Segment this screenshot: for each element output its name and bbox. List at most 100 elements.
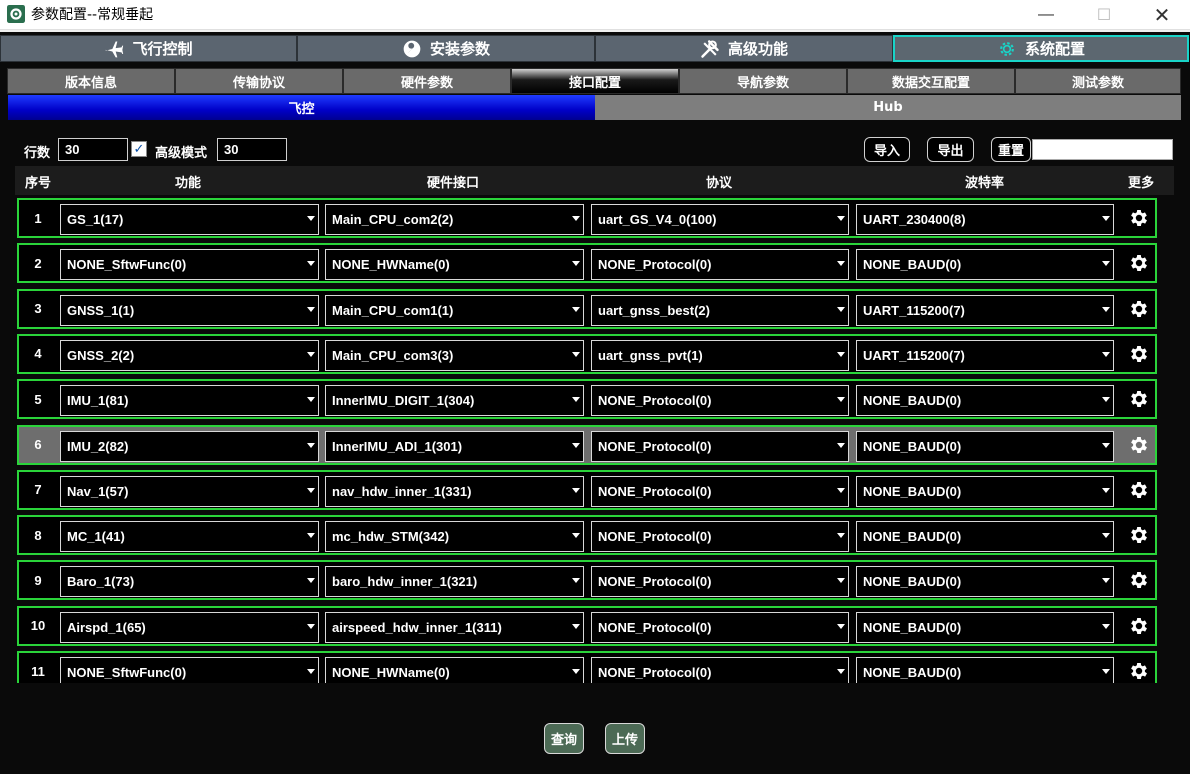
baud-dropdown[interactable]: NONE_BAUD(0) [856,430,1114,462]
baud-dropdown[interactable]: UART_230400(8) [856,204,1114,235]
table-row[interactable]: 9 Baro_1(73) baro_hdw_inner_1(321) NONE_Pro… [17,560,1157,601]
function-dropdown[interactable]: IMU_1(81) [60,385,319,417]
table-row[interactable]: 4 GNSS_2(2) Main_CPU_com3(3) uart_gnss_pvt(… [17,333,1157,374]
function-dropdown[interactable]: IMU_2(82) [60,430,319,462]
function-dropdown[interactable]: Nav_1(57) [60,475,319,507]
baud-dropdown[interactable]: NONE_BAUD(0) [856,566,1114,598]
protocol-dropdown[interactable]: NONE_Protocol(0) [591,657,849,683]
chevron-down-icon [307,623,315,629]
protocol-dropdown[interactable]: NONE_Protocol(0) [591,249,849,281]
baud-dropdown[interactable]: NONE_BAUD(0) [856,657,1114,683]
more-settings-gear-icon[interactable] [1128,388,1150,410]
hw-interface-dropdown[interactable]: InnerIMU_ADI_1(301) [325,430,584,462]
protocol-dropdown[interactable]: NONE_Protocol(0) [591,521,849,553]
protocol-dropdown[interactable]: NONE_Protocol(0) [591,611,849,643]
minimize-button[interactable]: — [1017,0,1075,30]
header-index: 序号 [25,176,52,191]
dropdown-value: UART_230400(8) [863,212,966,227]
function-dropdown[interactable]: MC_1(41) [60,521,319,553]
protocol-dropdown[interactable]: uart_gnss_best(2) [591,294,849,326]
baud-dropdown[interactable]: NONE_BAUD(0) [856,385,1114,417]
function-dropdown[interactable]: Baro_1(73) [60,566,319,598]
protocol-dropdown[interactable]: NONE_Protocol(0) [591,385,849,417]
function-dropdown[interactable]: GNSS_1(1) [60,294,319,326]
function-dropdown[interactable]: GS_1(17) [60,204,319,235]
hw-interface-dropdown[interactable]: Main_CPU_com2(2) [325,204,584,235]
table-row[interactable]: 5 IMU_1(81) InnerIMU_DIGIT_1(304) NONE_Prot… [17,379,1157,420]
more-settings-gear-icon[interactable] [1128,660,1150,682]
query-button[interactable]: 查询 [544,723,584,754]
hw-interface-dropdown[interactable]: NONE_HWName(0) [325,657,584,683]
table-row[interactable]: 3 GNSS_1(1) Main_CPU_com1(1) uart_gnss_best… [17,288,1157,329]
tab-flight-control[interactable]: 飞行控制 [0,35,297,62]
search-input[interactable] [1032,139,1173,160]
import-button[interactable]: 导入 [864,137,910,162]
protocol-dropdown[interactable]: NONE_Protocol(0) [591,430,849,462]
table-row[interactable]: 8 MC_1(41) mc_hdw_STM(342) NONE_Protocol(0)… [17,515,1157,556]
function-dropdown[interactable]: GNSS_2(2) [60,339,319,371]
function-dropdown[interactable]: NONE_SftwFunc(0) [60,249,319,281]
tab-advanced[interactable]: 高级功能 [595,35,893,62]
advanced-input[interactable]: 30 [217,138,287,161]
subtab-test[interactable]: 测试参数 [1015,68,1181,94]
hw-interface-dropdown[interactable]: airspeed_hdw_inner_1(311) [325,611,584,643]
baud-dropdown[interactable]: NONE_BAUD(0) [856,611,1114,643]
more-settings-gear-icon[interactable] [1128,252,1150,274]
subtab-hardware[interactable]: 硬件参数 [343,68,511,94]
segment-flight-controller[interactable]: 飞控 [8,95,595,120]
table-row[interactable]: 11 NONE_SftwFunc(0) NONE_HWName(0) NONE_Pro… [17,651,1157,683]
advanced-checkbox[interactable]: ✓ [131,141,147,157]
baud-dropdown[interactable]: NONE_BAUD(0) [856,521,1114,553]
function-dropdown[interactable]: Airspd_1(65) [60,611,319,643]
upload-button[interactable]: 上传 [605,723,645,754]
segment-hub[interactable]: Hub [595,95,1181,120]
function-dropdown[interactable]: NONE_SftwFunc(0) [60,657,319,683]
more-settings-gear-icon[interactable] [1128,298,1150,320]
baud-dropdown[interactable]: NONE_BAUD(0) [856,475,1114,507]
more-settings-gear-icon[interactable] [1128,343,1150,365]
hw-interface-dropdown[interactable]: Main_CPU_com1(1) [325,294,584,326]
subtab-version[interactable]: 版本信息 [7,68,175,94]
more-settings-gear-icon[interactable] [1128,207,1150,229]
protocol-dropdown[interactable]: NONE_Protocol(0) [591,475,849,507]
subtab-data-exchange[interactable]: 数据交互配置 [847,68,1015,94]
export-button[interactable]: 导出 [927,137,974,162]
hw-interface-dropdown[interactable]: NONE_HWName(0) [325,249,584,281]
maximize-button[interactable]: ☐ [1075,0,1133,30]
tab-system-config[interactable]: 系统配置 [893,35,1189,62]
subtab-interface[interactable]: 接口配置 [511,68,679,94]
hw-interface-dropdown[interactable]: mc_hdw_STM(342) [325,521,584,553]
reset-button[interactable]: 重置 [991,137,1031,162]
row-index: 3 [34,301,42,317]
hw-interface-dropdown[interactable]: InnerIMU_DIGIT_1(304) [325,385,584,417]
hw-interface-dropdown[interactable]: baro_hdw_inner_1(321) [325,566,584,598]
protocol-dropdown[interactable]: uart_GS_V4_0(100) [591,204,849,235]
subtab-navigation[interactable]: 导航参数 [679,68,847,94]
table-row[interactable]: 1 GS_1(17) Main_CPU_com2(2) uart_GS_V4_0(10… [17,198,1157,238]
baud-dropdown[interactable]: NONE_BAUD(0) [856,249,1114,281]
hw-interface-dropdown[interactable]: nav_hdw_inner_1(331) [325,475,584,507]
chevron-down-icon [837,216,845,221]
protocol-dropdown[interactable]: NONE_Protocol(0) [591,566,849,598]
close-button[interactable]: ✕ [1133,0,1190,30]
more-settings-gear-icon[interactable] [1128,569,1150,591]
rows-input[interactable]: 30 [58,138,128,161]
dropdown-value: NONE_Protocol(0) [598,438,712,454]
baud-dropdown[interactable]: UART_115200(7) [856,294,1114,326]
tab-label: 高级功能 [727,40,788,58]
chevron-down-icon [1102,216,1110,221]
more-settings-gear-icon[interactable] [1128,434,1150,456]
table-row[interactable]: 6 IMU_2(82) InnerIMU_ADI_1(301) NONE_Protoc… [17,424,1157,465]
table-row[interactable]: 10 Airspd_1(65) airspeed_hdw_inner_1(311) N… [17,605,1157,646]
hw-interface-dropdown[interactable]: Main_CPU_com3(3) [325,339,584,371]
more-settings-gear-icon[interactable] [1128,479,1150,501]
more-settings-gear-icon[interactable] [1128,524,1150,546]
dropdown-value: GNSS_2(2) [67,347,135,363]
table-row[interactable]: 2 NONE_SftwFunc(0) NONE_HWName(0) NONE_Prot… [17,243,1157,284]
tab-install-params[interactable]: 安装参数 [297,35,595,62]
baud-dropdown[interactable]: UART_115200(7) [856,339,1114,371]
protocol-dropdown[interactable]: uart_gnss_pvt(1) [591,339,849,371]
table-row[interactable]: 7 Nav_1(57) nav_hdw_inner_1(331) NONE_Proto… [17,469,1157,510]
more-settings-gear-icon[interactable] [1128,615,1150,637]
subtab-transport[interactable]: 传输协议 [175,68,343,94]
